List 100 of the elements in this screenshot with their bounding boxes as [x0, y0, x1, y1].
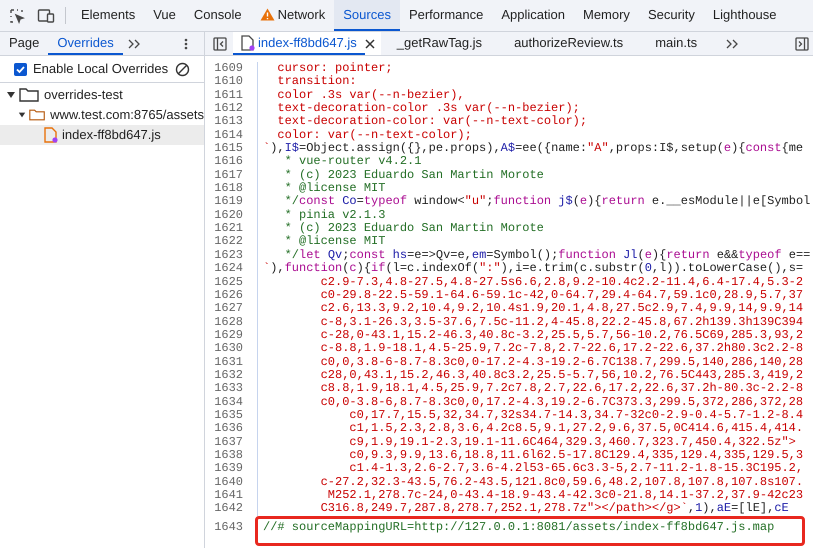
code-line: c8.8,1.9,18.1,4.5,25.9,7.2c7.8,2.7,22.6,17.2,22.6,37.2h-80.3c-2.2-8	[320, 382, 804, 396]
code-line: c-27.2,32.3-43.5,76.2-43.5,121.8c0,59.6,48.2,107.8,107.8,107.8s107.	[320, 476, 804, 489]
line-number: 1625	[213, 276, 243, 289]
file-tab[interactable]: _getRawTag.js	[380, 32, 498, 55]
more-tabs-icon[interactable]	[725, 38, 740, 48]
line-number: 1622	[213, 235, 243, 249]
warning-icon	[260, 8, 275, 21]
devtools-tab[interactable]: Console	[184, 0, 251, 31]
line-number: 1642	[213, 502, 243, 516]
line-number: 1612	[213, 102, 243, 116]
file-tab[interactable]: index-ff8bd647.js	[233, 32, 365, 55]
line-number: 1620	[213, 208, 243, 222]
folder-icon	[19, 88, 39, 102]
folder-tree-item[interactable]: www.test.com:8765/assets	[0, 105, 204, 125]
code-line: `),function(c){if(l=c.indexOf(":"),i=e.trim(c.substr(0,l)).toLowerCase(),s=	[263, 262, 804, 276]
devtools-tab[interactable]: Lighthouse	[704, 0, 786, 31]
code-line: * (c) 2023 Eduardo San Martin Morote	[284, 168, 544, 182]
file-tab[interactable]: authorizeReview.ts	[498, 32, 640, 55]
code-line: text-decoration-color: var(--n-text-color);	[276, 115, 588, 129]
code-line: cursor: pointer;	[276, 62, 393, 75]
more-options-icon[interactable]	[184, 38, 188, 50]
line-number: 1619	[213, 195, 243, 209]
code-line: * (c) 2023 Eduardo San Martin Morote	[284, 222, 544, 236]
code-line: M252.1,278.7c-24,0-43.4-18.9-43.4-42.3c0-21.8,14.1-37.2,37.9-42c23	[326, 489, 804, 502]
code-line: c1,1.5,2.3,2.8,3.6,4.2c8.5,9.1,27.2,9.6,37.5,0C414.6,415.4,414.	[348, 422, 804, 436]
expand-arrow-icon[interactable]	[6, 91, 16, 99]
enable-overrides-checkbox[interactable]	[14, 62, 27, 76]
file-icon	[241, 34, 255, 50]
navigator-tab[interactable]: Overrides	[48, 32, 123, 55]
devtools-tab[interactable]: Elements	[72, 0, 144, 31]
line-number: 1639	[213, 462, 243, 476]
folder-tree-item[interactable]: overrides-test	[0, 85, 204, 105]
device-toggle-icon[interactable]	[37, 8, 55, 24]
file-icon	[44, 127, 58, 143]
clear-icon[interactable]	[175, 62, 190, 76]
line-number: 1610	[213, 75, 243, 89]
line-number: 1638	[213, 448, 243, 462]
line-number: 1611	[213, 88, 243, 102]
code-line: color: var(--n-text-color);	[276, 128, 472, 142]
line-number: 1635	[213, 408, 243, 422]
folder-name: overrides-test	[44, 86, 123, 104]
devtools-tab[interactable]: Memory	[574, 0, 639, 31]
file-tree-item[interactable]: index-ff8bd647.js	[0, 125, 204, 145]
code-line: c2.6,13.3,9.2,10.4,9.2,10.4s1.9,20.1,4.8,27.5c2.9,7.4,9.9,14,9.9,14	[320, 302, 804, 316]
devtools-tab[interactable]: Sources	[334, 0, 400, 31]
enable-overrides-label: Enable Local Overrides	[33, 60, 168, 78]
line-number: 1637	[213, 436, 243, 449]
line-number: 1631	[213, 356, 243, 369]
code-line: * vue-router v4.2.1	[284, 155, 422, 169]
line-number: 1615	[213, 142, 243, 156]
line-number: 1618	[213, 182, 243, 196]
navigator-tab[interactable]: Page	[0, 32, 48, 55]
line-number: 1626	[213, 288, 243, 302]
code-line: c-8.8,1.9-18.1,4.5-25.9,7.2c-7.8,2.7-22.6,17.2-22.6,37.2h80.3c2.2-8	[320, 342, 804, 356]
line-number: 1643	[213, 520, 243, 535]
sidebar-toggle-icon[interactable]	[795, 36, 809, 50]
line-number: 1616	[213, 155, 243, 169]
devtools-tab[interactable]: Application	[492, 0, 574, 31]
folder-name: www.test.com:8765/assets	[50, 106, 204, 124]
more-tabs-icon[interactable]	[126, 38, 141, 48]
code-line: c0,17.7,15.5,32,34.7,32s34.7-14.3,34.7-32c0-2.9-0.4-5.7-1.2-8.4	[348, 408, 804, 422]
line-number: 1621	[213, 222, 243, 236]
code-line: c-28,0-43.1,15.2-46.3,40.8c-3.2,25.5,5.7,56-10.2,76.5C69,285.3,93,2	[320, 328, 804, 342]
line-number: 1634	[213, 396, 243, 409]
line-number: 1640	[213, 476, 243, 489]
line-number: 1623	[213, 248, 243, 262]
code-line: transition:	[276, 75, 357, 89]
code-line: C316.8,249.7,287.8,278.7,252.1,278.7z"></path></g>`,1),aE=[lE],cE	[320, 502, 789, 516]
line-number: 1624	[213, 262, 243, 276]
code-line: c0,9.3,9.9,13.6,18.8,11.6l62.5-17.8C129.4,335,129.4,335,129.5,3	[348, 448, 804, 462]
expand-arrow-icon[interactable]	[18, 111, 26, 119]
line-number: 1627	[213, 302, 243, 316]
code-line: //# sourceMappingURL=http://127.0.0.1:8081/assets/index-ff8bd647.js.map	[263, 520, 774, 535]
code-line: color .3s var(--n-bezier),	[276, 88, 465, 102]
line-number: 1641	[213, 489, 243, 502]
element-picker-icon[interactable]	[9, 8, 25, 24]
line-number: 1628	[213, 316, 243, 329]
devtools-tab[interactable]: Vue	[144, 0, 185, 31]
file-tab[interactable]: main.ts	[639, 32, 714, 55]
close-icon[interactable]	[364, 38, 375, 48]
devtools-tab[interactable]: Network	[250, 0, 334, 31]
code-line: * @license MIT	[284, 182, 386, 196]
line-number: 1633	[213, 382, 243, 396]
code-line: c28,0,43.1,15.2,46.3,40.8c3.2,25.5-5.7,56,10.2,76.5C443,285.3,419,2	[320, 368, 804, 382]
code-line: c0,0,3.8-6-8.7-8.3c0,0-17.2-4.3-19.2-6.7C138.7,299.5,140,286,140,28	[320, 356, 804, 369]
line-number: 1636	[213, 422, 243, 436]
code-line: * @license MIT	[284, 235, 386, 249]
code-line: c-8,3.1-26.3,3.5-37.6,7.5c-11.2,4-45.8,22.2-45.8,67.2h139.3h139C394	[320, 316, 804, 329]
folder-icon	[29, 108, 46, 122]
line-number: 1613	[213, 115, 243, 129]
devtools-tab[interactable]: Security	[638, 0, 704, 31]
code-line: c9,1.9,19.1-2.3,19.1-11.6C464,329.3,460.7,323.7,450.4,322.5z">	[348, 436, 796, 449]
line-number: 1617	[213, 168, 243, 182]
code-line: text-decoration-color .3s var(--n-bezier);	[276, 102, 580, 116]
code-line: c0,0-3.8-6,8.7-8.3c0,0,17.2-4.3,19.2-6.7C373.3,299.5,372,286,372,28	[320, 396, 804, 409]
code-line: */let Qv;const hs=e=>Qv=e,em=Symbol();function Jl(e){return e&&typeof e==	[284, 248, 810, 262]
code-line: c0-29.8-22.5-59.1-64.6-59.1c-42,0-64.7,29.4-64.7,59.1c0,28.9,5.7,37	[320, 288, 804, 302]
navigator-toggle-icon[interactable]	[213, 36, 227, 50]
line-number: 1609	[213, 62, 243, 76]
devtools-tab[interactable]: Performance	[400, 0, 492, 31]
